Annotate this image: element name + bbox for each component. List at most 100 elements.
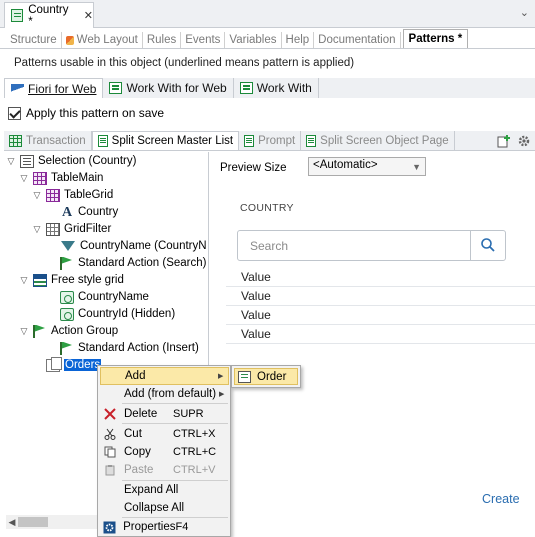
gear-icon[interactable] — [517, 134, 531, 148]
tree-node-selection[interactable]: ▽ Selection (Country) — [6, 153, 136, 169]
tab-label: Transaction — [26, 134, 86, 147]
scissors-icon — [104, 428, 116, 440]
tab-prompt[interactable]: Prompt — [239, 131, 302, 150]
tree-node-free-style-grid[interactable]: ▽ Free style grid — [19, 272, 124, 288]
fiori-icon — [11, 84, 24, 93]
create-button[interactable]: Create — [482, 492, 520, 506]
tree-node-gridfilter[interactable]: ▽ GridFilter — [32, 221, 111, 237]
menu-item-cut[interactable]: Cut CTRL+X — [100, 425, 229, 443]
menu-item-add[interactable]: Add ▶ — [100, 367, 229, 385]
split-screen-icon — [97, 135, 108, 147]
tab-split-screen-master-list[interactable]: Split Screen Master List — [91, 131, 240, 150]
tab-split-screen-object-page[interactable]: Split Screen Object Page — [301, 131, 455, 150]
preview-size-value: <Automatic> — [313, 159, 378, 171]
submenu-item-order[interactable]: Order — [234, 368, 298, 385]
tree-node-label: TableGrid — [64, 189, 114, 201]
collapse-icon[interactable]: ▽ — [19, 173, 29, 184]
list-item[interactable]: Value — [226, 268, 535, 287]
list-item[interactable]: Value — [226, 306, 535, 325]
menu-item-label: Paste — [124, 464, 154, 476]
collapse-icon[interactable]: ▽ — [6, 156, 16, 167]
patterns-info-text: Patterns usable in this object (underlin… — [14, 57, 355, 69]
tree-node-label: CountryName — [78, 291, 149, 303]
document-tab-country[interactable]: Country * ✕ — [4, 2, 94, 28]
menu-item-copy[interactable]: Copy CTRL+C — [100, 443, 229, 461]
tree-node-standard-action-insert[interactable]: Standard Action (Insert) — [46, 340, 199, 356]
collapse-icon[interactable]: ▽ — [32, 190, 42, 201]
tree-node-orders[interactable]: Orders — [32, 356, 102, 373]
tab-label: Work With — [256, 81, 312, 95]
tab-rules[interactable]: Rules — [143, 32, 182, 48]
tab-documentation[interactable]: Documentation — [314, 32, 401, 48]
search-input[interactable]: Search — [237, 230, 506, 261]
tree-node-country[interactable]: A Country — [46, 204, 118, 220]
menu-item-label: Add (from default) — [124, 388, 217, 400]
tree-node-countryid-hidden[interactable]: CountryId (Hidden) — [46, 306, 175, 322]
control-icon — [60, 307, 74, 321]
menu-item-label: Expand All — [124, 484, 179, 496]
transaction-icon — [238, 370, 251, 383]
collapse-icon[interactable]: ▽ — [32, 224, 42, 235]
tab-variables[interactable]: Variables — [225, 32, 282, 48]
table-icon — [46, 188, 60, 202]
tab-help[interactable]: Help — [282, 32, 315, 48]
menu-item-collapse-all[interactable]: Collapse All — [100, 499, 229, 517]
tree-node-label: GridFilter — [64, 223, 112, 235]
tab-work-with[interactable]: Work With — [234, 78, 319, 98]
menu-item-label: Copy — [124, 446, 151, 458]
control-icon — [60, 290, 74, 304]
menu-item-shortcut: F4 — [175, 521, 189, 533]
pattern-tabs: Fiori for Web Work With for Web Work Wit… — [4, 78, 535, 98]
tab-structure[interactable]: Structure — [6, 32, 62, 48]
tab-fiori-for-web[interactable]: Fiori for Web — [4, 78, 104, 98]
tree-node-tablegrid[interactable]: ▽ TableGrid — [32, 187, 113, 203]
work-with-icon — [109, 82, 123, 94]
tree-node-countryname-filter[interactable]: CountryName (CountryN — [46, 238, 207, 254]
menu-item-expand-all[interactable]: Expand All — [100, 481, 229, 499]
preview-size-select[interactable]: <Automatic> ▼ — [308, 157, 426, 176]
menu-item-properties[interactable]: Properties F4 — [100, 518, 229, 536]
tab-events[interactable]: Events — [181, 32, 226, 48]
document-tab-title: Country * — [28, 3, 69, 28]
apply-pattern-label: Apply this pattern on save — [26, 106, 165, 120]
tree-node-label: Standard Action (Search) — [78, 257, 207, 269]
tab-label: Variables — [229, 33, 277, 46]
list-item[interactable]: Value — [226, 325, 535, 344]
close-icon[interactable]: ✕ — [84, 9, 93, 22]
search-icon[interactable] — [480, 237, 496, 253]
menu-item-label: Properties — [123, 521, 176, 533]
add-submenu: Order — [231, 365, 301, 388]
menu-item-delete[interactable]: Delete SUPR — [100, 405, 229, 423]
tree-node-standard-action-search[interactable]: Standard Action (Search) — [46, 255, 207, 271]
menu-item-label: Delete — [124, 408, 158, 420]
selection-icon — [20, 154, 34, 168]
tab-patterns[interactable]: Patterns * — [402, 29, 469, 48]
checkbox-checked-icon[interactable] — [8, 106, 21, 120]
tab-label: Work With for Web — [126, 81, 227, 95]
tree-node-label: TableMain — [51, 172, 104, 184]
menu-item-shortcut: CTRL+V — [173, 464, 216, 476]
tab-label: Fiori for Web — [28, 81, 97, 96]
object-part-tabs: Structure Web Layout Rules Events Variab… — [0, 29, 535, 49]
entity-title: COUNTRY — [240, 202, 294, 214]
tree-node-tablemain[interactable]: ▽ TableMain — [19, 170, 103, 186]
tree-node-action-group[interactable]: ▽ Action Group — [19, 323, 118, 339]
collapse-icon[interactable]: ▽ — [19, 275, 29, 286]
scroll-left-icon[interactable]: ◀ — [6, 517, 18, 528]
submenu-arrow-icon: ▶ — [218, 373, 224, 380]
list-item[interactable]: Value — [226, 287, 535, 306]
brush-icon — [65, 35, 74, 45]
new-instance-icon[interactable] — [497, 134, 511, 148]
tab-label: Rules — [146, 33, 177, 46]
tab-transaction[interactable]: Transaction — [4, 131, 92, 150]
chevron-down-icon[interactable]: ⌄ — [520, 6, 529, 19]
tab-web-layout[interactable]: Web Layout — [62, 32, 143, 48]
apply-pattern-checkbox[interactable]: Apply this pattern on save — [8, 106, 164, 120]
collapse-icon[interactable]: ▽ — [19, 326, 29, 337]
tab-label: Structure — [10, 33, 57, 46]
tree-node-countryname[interactable]: CountryName — [46, 289, 149, 305]
tab-work-with-for-web[interactable]: Work With for Web — [103, 78, 234, 98]
menu-item-add-from-default[interactable]: Add (from default) ▶ — [100, 385, 229, 403]
scrollbar-thumb[interactable] — [18, 517, 48, 527]
chevron-down-icon: ▼ — [412, 162, 421, 172]
